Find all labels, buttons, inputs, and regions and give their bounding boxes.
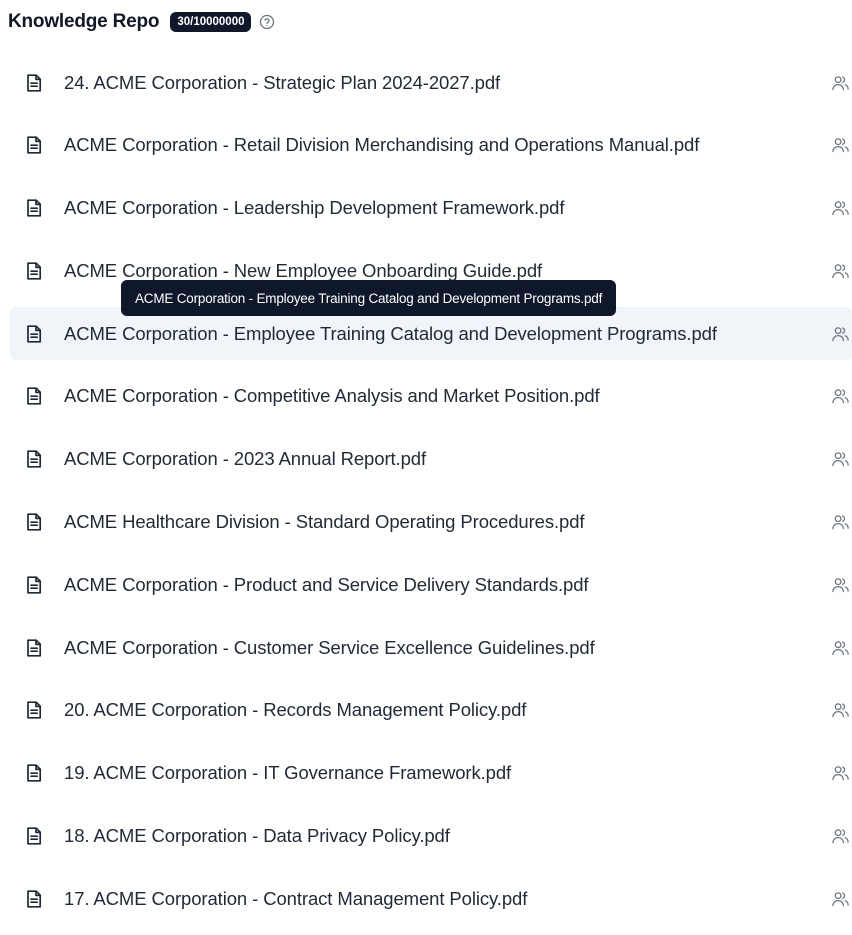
- file-name[interactable]: ACME Corporation - New Employee Onboardi…: [64, 260, 542, 282]
- document-count-badge: 30/10000000: [170, 12, 252, 32]
- users-icon[interactable]: [831, 889, 850, 908]
- file-name[interactable]: ACME Corporation - Leadership Developmen…: [64, 197, 564, 219]
- document-icon: [24, 700, 44, 720]
- users-icon[interactable]: [831, 199, 850, 218]
- users-icon[interactable]: [831, 136, 850, 155]
- file-row[interactable]: ACME Healthcare Division - Standard Oper…: [10, 496, 852, 549]
- file-name[interactable]: ACME Corporation - Retail Division Merch…: [64, 134, 699, 156]
- users-icon[interactable]: [831, 261, 850, 280]
- file-name[interactable]: 19. ACME Corporation - IT Governance Fra…: [64, 762, 511, 784]
- users-icon[interactable]: [831, 764, 850, 783]
- document-icon: [24, 638, 44, 658]
- file-row[interactable]: ACME Corporation - 2023 Annual Report.pd…: [10, 433, 852, 486]
- file-name[interactable]: 18. ACME Corporation - Data Privacy Poli…: [64, 825, 450, 847]
- document-icon: [24, 261, 44, 281]
- users-icon[interactable]: [831, 701, 850, 720]
- file-row[interactable]: 19. ACME Corporation - IT Governance Fra…: [10, 747, 852, 800]
- file-name[interactable]: 17. ACME Corporation - Contract Manageme…: [64, 888, 527, 910]
- file-row[interactable]: ACME Corporation - Leadership Developmen…: [10, 182, 852, 235]
- document-icon: [24, 73, 44, 93]
- file-row[interactable]: 24. ACME Corporation - Strategic Plan 20…: [10, 56, 852, 109]
- document-icon: [24, 512, 44, 532]
- document-icon: [24, 449, 44, 469]
- filename-tooltip: ACME Corporation - Employee Training Cat…: [121, 280, 617, 316]
- document-icon: [24, 135, 44, 155]
- file-name[interactable]: 24. ACME Corporation - Strategic Plan 20…: [64, 72, 500, 94]
- document-icon: [24, 826, 44, 846]
- file-name[interactable]: ACME Corporation - Customer Service Exce…: [64, 637, 595, 659]
- users-icon[interactable]: [831, 827, 850, 846]
- file-row[interactable]: ACME Corporation - Customer Service Exce…: [10, 621, 852, 674]
- document-icon: [24, 324, 44, 344]
- file-name[interactable]: ACME Corporation - Product and Service D…: [64, 574, 589, 596]
- document-icon: [24, 575, 44, 595]
- repo-header: Knowledge Repo 30/10000000: [8, 8, 275, 36]
- users-icon[interactable]: [831, 638, 850, 657]
- file-name[interactable]: ACME Healthcare Division - Standard Oper…: [64, 511, 585, 533]
- file-name[interactable]: ACME Corporation - Employee Training Cat…: [64, 323, 717, 345]
- question-circle-icon[interactable]: [259, 14, 275, 30]
- document-icon: [24, 763, 44, 783]
- users-icon[interactable]: [831, 324, 850, 343]
- file-row[interactable]: ACME Corporation - Product and Service D…: [10, 558, 852, 611]
- document-icon: [24, 889, 44, 909]
- file-name[interactable]: ACME Corporation - Competitive Analysis …: [64, 385, 600, 407]
- file-row[interactable]: 20. ACME Corporation - Records Managemen…: [10, 684, 852, 737]
- users-icon[interactable]: [831, 575, 850, 594]
- file-row[interactable]: 18. ACME Corporation - Data Privacy Poli…: [10, 810, 852, 863]
- page-title: Knowledge Repo: [8, 11, 160, 32]
- file-name[interactable]: 20. ACME Corporation - Records Managemen…: [64, 699, 526, 721]
- users-icon[interactable]: [831, 73, 850, 92]
- file-list: 24. ACME Corporation - Strategic Plan 20…: [10, 56, 852, 935]
- document-icon: [24, 198, 44, 218]
- file-row[interactable]: ACME Corporation - Retail Division Merch…: [10, 119, 852, 172]
- users-icon[interactable]: [831, 450, 850, 469]
- users-icon[interactable]: [831, 387, 850, 406]
- users-icon[interactable]: [831, 513, 850, 532]
- file-name[interactable]: ACME Corporation - 2023 Annual Report.pd…: [64, 448, 426, 470]
- file-row[interactable]: 17. ACME Corporation - Contract Manageme…: [10, 872, 852, 925]
- document-icon: [24, 386, 44, 406]
- file-row[interactable]: ACME Corporation - Competitive Analysis …: [10, 370, 852, 423]
